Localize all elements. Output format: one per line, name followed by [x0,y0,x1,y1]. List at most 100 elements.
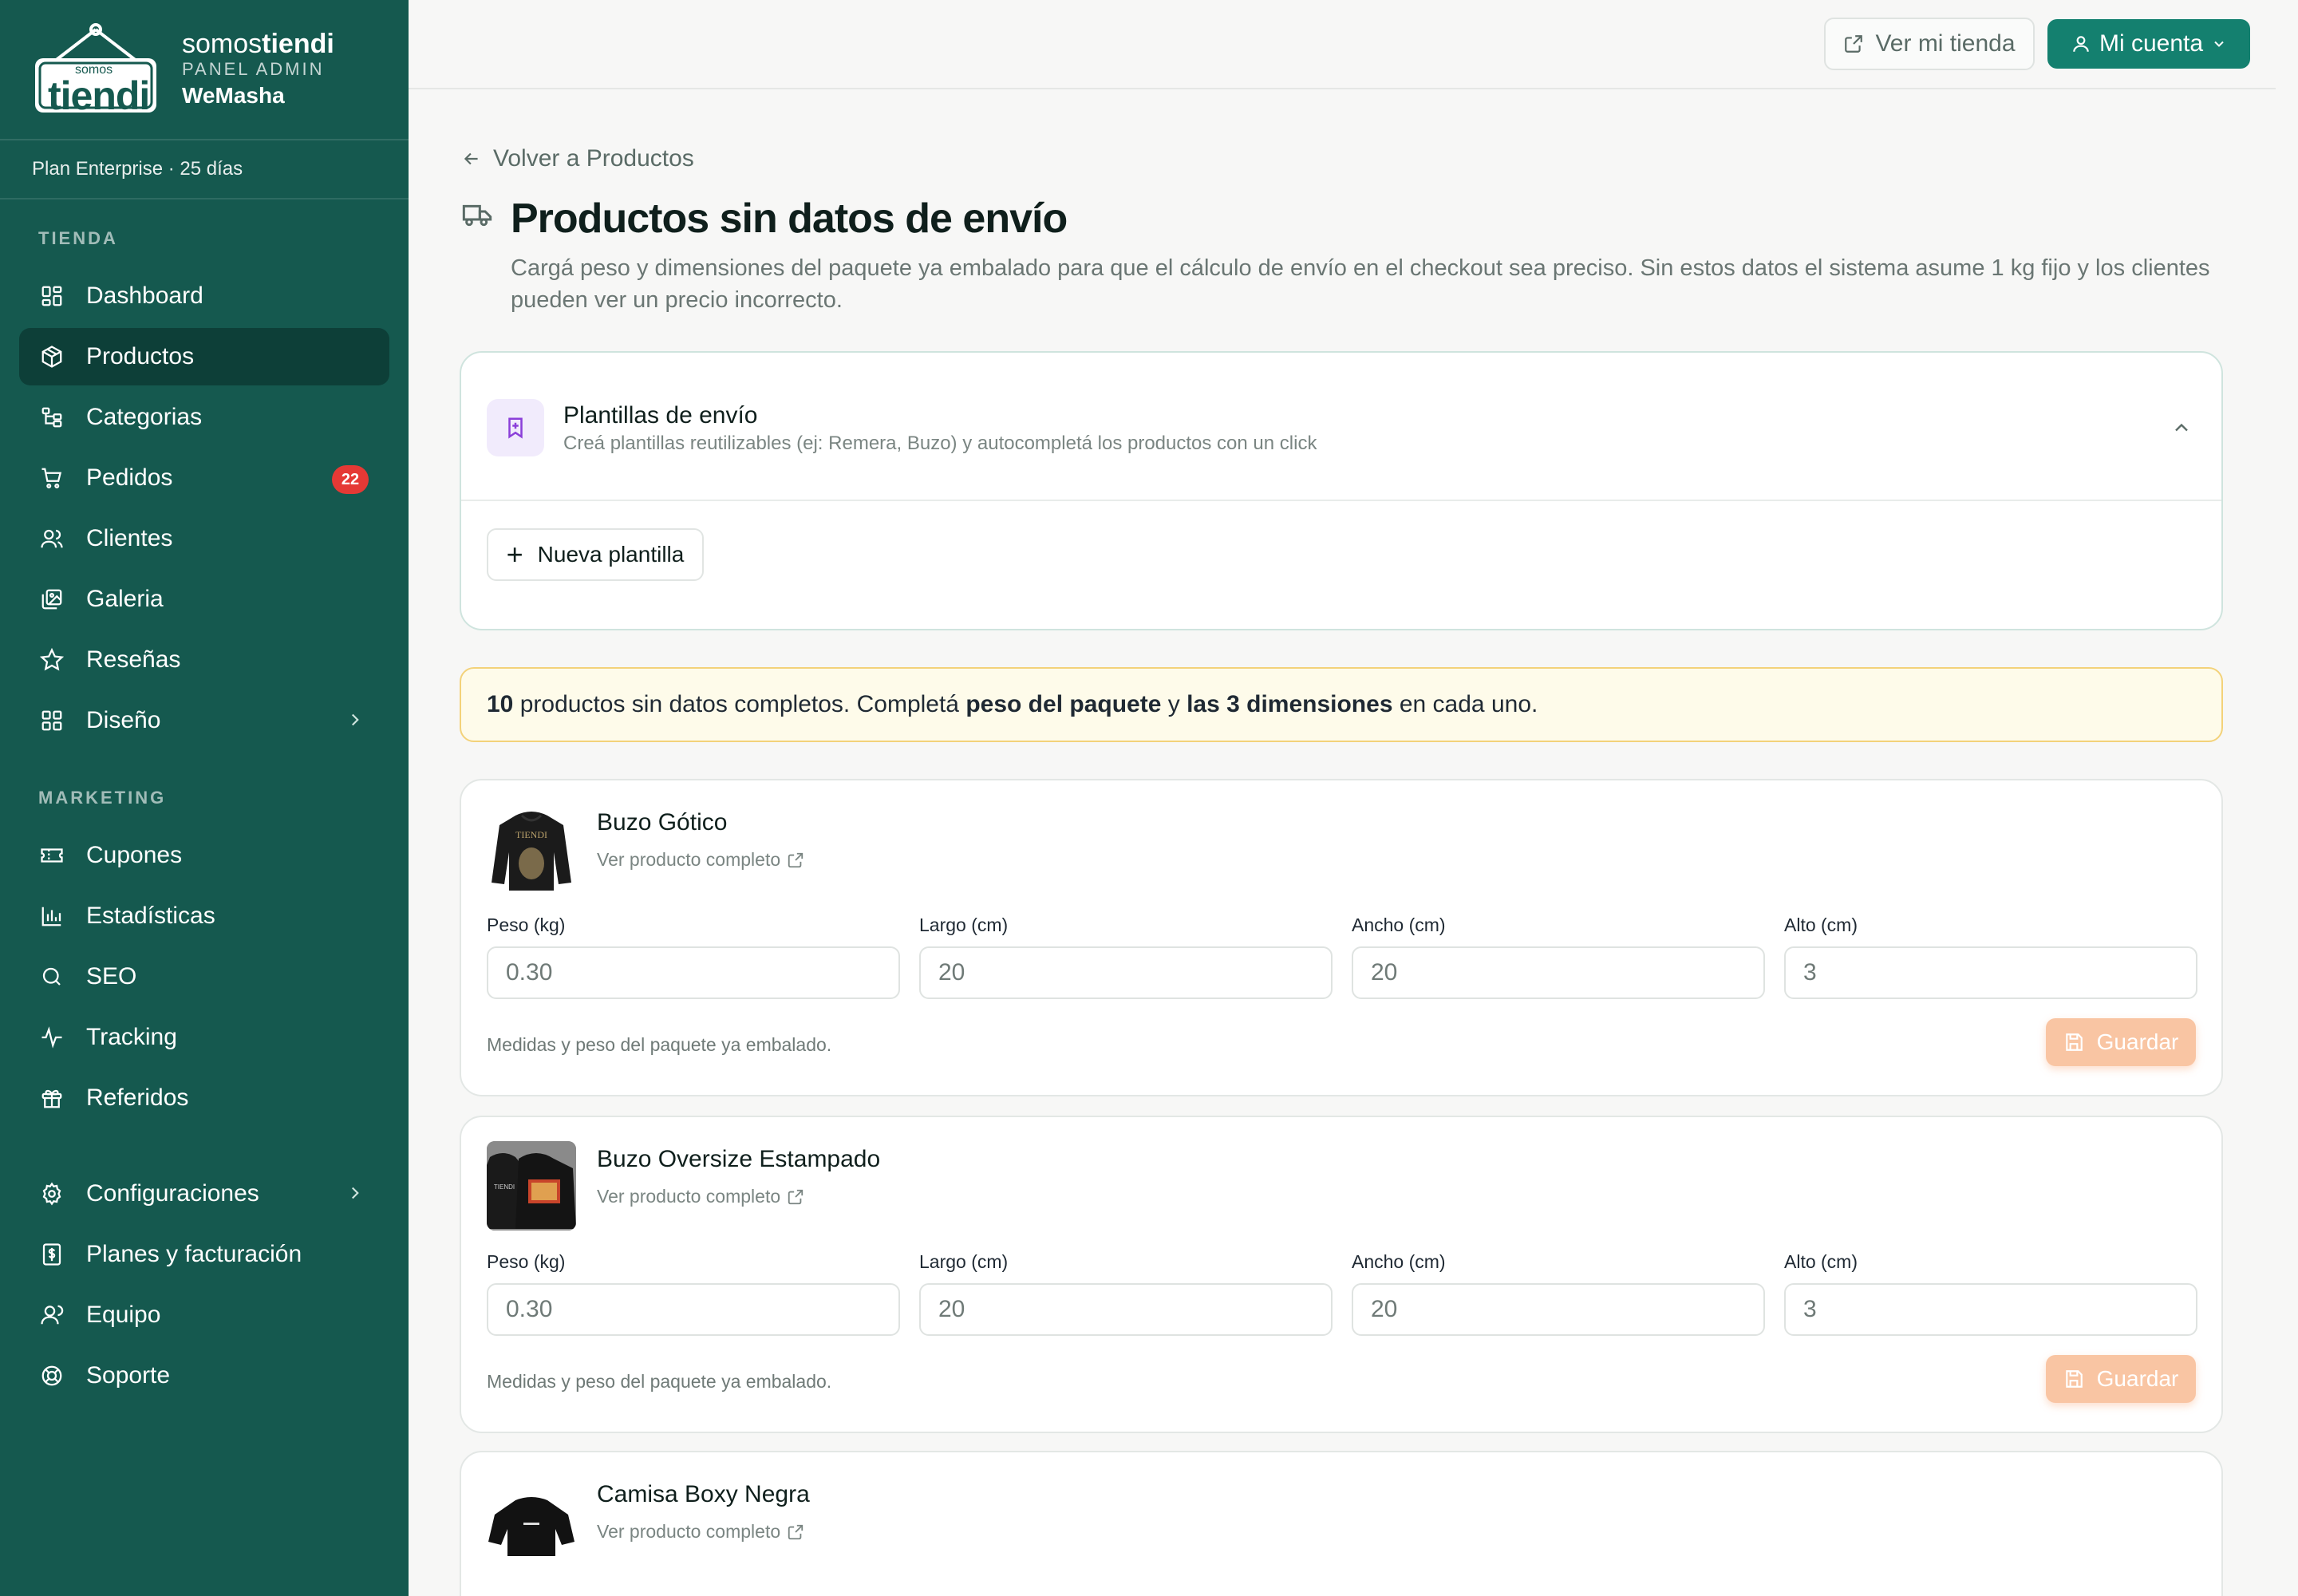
sidebar-item-categorias[interactable]: Categorias [19,389,389,446]
new-template-label: Nueva plantilla [537,542,685,567]
search-icon [38,963,65,990]
external-link-icon [788,1189,804,1204]
activity-icon [38,1024,65,1051]
sidebar-item-label: Pedidos [86,464,173,491]
layout-icon [38,707,65,734]
height-input[interactable]: 3 [1784,1283,2197,1336]
sidebar-item-diseno[interactable]: Diseño [19,692,389,749]
sidebar-item-label: Tracking [86,1024,177,1050]
sidebar-item-label: Dashboard [86,282,203,309]
sidebar-item-galeria[interactable]: Galeria [19,571,389,628]
save-label: Guardar [2096,1366,2179,1391]
plan-status: Plan Enterprise · 25 días [0,140,409,200]
arrow-left-icon [464,152,478,165]
notice-text: productos sin datos completos. Completá [513,691,966,717]
logo-big-text: tiendi [48,73,150,118]
somostiendi-logo[interactable]: somos tiendi [32,23,160,118]
view-product-link[interactable]: Ver producto completo [597,1186,804,1207]
save-label: Guardar [2096,1029,2179,1054]
user-icon [2073,36,2089,52]
gallery-icon [38,586,65,613]
sidebar-item-productos[interactable]: Productos [19,328,389,385]
new-template-button[interactable]: + Nueva plantilla [487,528,704,581]
width-label: Ancho (cm) [1352,1251,1446,1272]
sidebar-item-equipo[interactable]: Equipo [19,1286,389,1344]
save-button[interactable]: Guardar [2046,1018,2196,1066]
svg-text:TIENDI: TIENDI [494,1183,515,1191]
product-name: Buzo Gótico [597,809,728,836]
star-icon [38,646,65,674]
sidebar-item-clientes[interactable]: Clientes [19,510,389,567]
width-input[interactable]: 20 [1352,946,1765,999]
sidebar-item-seo[interactable]: SEO [19,948,389,1005]
notice-text: y [1161,691,1187,717]
sidebar-item-label: Cupones [86,842,183,868]
box-icon [38,343,65,370]
page-subtitle: Cargá peso y dimensiones del paquete ya … [511,255,2210,313]
orders-count-badge: 22 [332,465,369,494]
grid-icon [38,282,65,310]
receipt-icon [38,1241,65,1268]
product-card: TIENDI Buzo Gótico Ver producto completo… [460,779,2223,1096]
sidebar-item-estadisticas[interactable]: Estadísticas [19,887,389,945]
external-link-icon [788,852,804,867]
page-title: Productos sin datos de envío [511,196,1068,242]
sidebar-item-label: Equipo [86,1302,161,1328]
view-product-link[interactable]: Ver producto completo [597,849,804,871]
height-input[interactable]: 3 [1784,946,2197,999]
sidebar-item-tracking[interactable]: Tracking [19,1009,389,1066]
product-card: TIENDI Buzo Oversize Estampado Ver produ… [460,1116,2223,1433]
weight-input[interactable]: 0.30 [487,946,900,999]
account-menu-button[interactable]: Mi cuenta [2047,19,2250,69]
sidebar-item-label: Clientes [86,525,173,551]
sidebar-item-pedidos[interactable]: Pedidos 22 [19,449,389,507]
weight-input[interactable]: 0.30 [487,1283,900,1336]
sidebar-item-label: Galeria [86,586,164,612]
sidebar-item-soporte[interactable]: Soporte [19,1347,389,1404]
sidebar-item-label: Planes y facturación [86,1241,302,1267]
chevron-up-icon[interactable] [2170,417,2193,443]
templates-header[interactable]: Plantillas de envío Creá plantillas reut… [461,353,2221,501]
sidebar-item-dashboard[interactable]: Dashboard [19,267,389,325]
store-name: WeMasha [182,83,285,108]
back-to-products-link[interactable]: Volver a Productos [461,145,694,172]
sidebar-item-referidos[interactable]: Referidos [19,1069,389,1127]
sidebar-item-label: Reseñas [86,646,181,673]
save-button[interactable]: Guardar [2046,1355,2196,1403]
external-link-icon [788,1524,804,1539]
sidebar-item-label: Referidos [86,1084,189,1111]
sidebar-item-resenas[interactable]: Reseñas [19,631,389,689]
package-hint: Medidas y peso del paquete ya embalado. [487,1034,832,1055]
view-product-link[interactable]: Ver producto completo [597,1521,804,1543]
view-store-label: Ver mi tienda [1875,30,2016,57]
length-input[interactable]: 20 [919,946,1333,999]
save-icon [2065,1033,2083,1051]
sidebar-item-label: Configuraciones [86,1180,259,1207]
view-store-button[interactable]: Ver mi tienda [1824,18,2035,70]
height-label: Alto (cm) [1784,915,1858,935]
missing-data-notice: 10 productos sin datos completos. Comple… [460,667,2223,742]
lifebuoy-icon [38,1362,65,1389]
account-label: Mi cuenta [2099,30,2204,57]
width-input[interactable]: 20 [1352,1283,1765,1336]
height-label: Alto (cm) [1784,1251,1858,1272]
product-name: Camisa Boxy Negra [597,1481,810,1507]
brand-header: somos tiendi somostiendi PANEL ADMIN WeM… [0,0,409,140]
back-link-label: Volver a Productos [493,145,694,172]
sidebar-item-label: Productos [86,343,195,369]
package-hint: Medidas y peso del paquete ya embalado. [487,1371,832,1392]
sidebar-item-cupones[interactable]: Cupones [19,827,389,884]
weight-label: Peso (kg) [487,915,566,935]
plus-icon: + [506,538,523,571]
sidebar-item-planes[interactable]: Planes y facturación [19,1226,389,1283]
chevron-right-icon [345,709,365,737]
width-label: Ancho (cm) [1352,915,1446,935]
notice-bold-weight: peso del paquete [965,691,1162,717]
view-product-label: Ver producto completo [597,1521,781,1542]
tree-icon [38,404,65,431]
section-title-store: TIENDA [38,228,118,248]
sidebar-item-label: Diseño [86,707,161,733]
section-title-marketing: MARKETING [38,788,167,808]
sidebar-item-configuraciones[interactable]: Configuraciones [19,1165,389,1223]
length-input[interactable]: 20 [919,1283,1333,1336]
